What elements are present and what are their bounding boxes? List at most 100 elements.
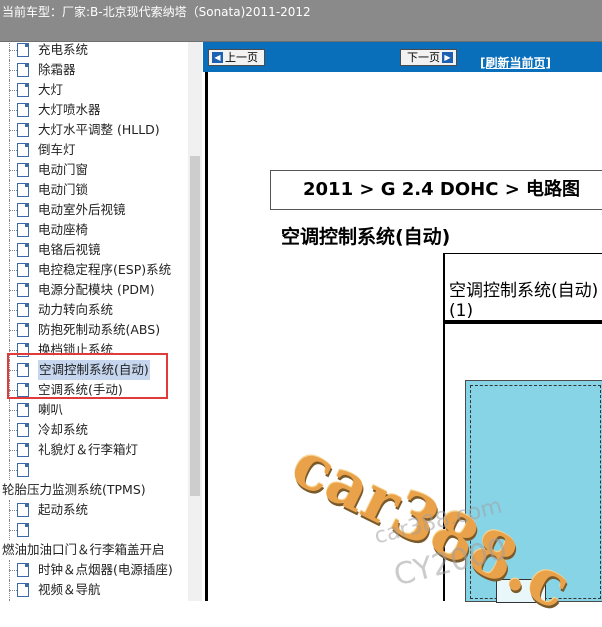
tree-item[interactable]: 电动室外后视镜 <box>0 200 188 220</box>
tree-item-label: 除霜器 <box>38 62 76 77</box>
tree-pane[interactable]: 充电系统除霜器大灯大灯喷水器大灯水平调整 (HLLD) 倒车灯电动门窗电动门锁电动… <box>0 42 202 601</box>
tree-item[interactable]: 燃油加油口门＆行李箱盖开启 <box>0 540 188 560</box>
document-icon <box>17 223 29 237</box>
diagram-connector <box>496 579 546 603</box>
tree-item-label: 电动门窗 <box>38 162 89 177</box>
tree-item-label: 充电系统 <box>38 42 89 57</box>
tree-scrollbar[interactable] <box>188 42 202 601</box>
tree-branch-line <box>9 150 17 151</box>
tree-item[interactable]: 起动系统 <box>0 500 188 520</box>
title-bar: 当前车型：厂家:B-北京现代索纳塔（Sonata)2011-2012 <box>0 0 602 42</box>
tree-item-label: 大灯 <box>38 82 64 97</box>
tree-item-label: 电动座椅 <box>38 222 89 237</box>
content-divider <box>205 72 208 601</box>
tree-item[interactable]: 动力转向系统 <box>0 300 188 320</box>
document-icon <box>17 423 29 437</box>
tree-item[interactable]: 充电系统 <box>0 42 188 60</box>
tree-item[interactable]: 礼貌灯＆行李箱灯 <box>0 440 188 460</box>
prev-page-button[interactable]: ◀ 上一页 <box>208 49 265 66</box>
tree-item-label: 电动门锁 <box>38 182 89 197</box>
tree-item-label: 空调系统(手动) <box>38 382 123 397</box>
document-icon <box>17 583 29 597</box>
tree-branch-line <box>9 430 17 431</box>
tree-item-label: 电源分配模块 (PDM) <box>38 282 155 297</box>
tree-item[interactable]: 倒车灯 <box>0 140 188 160</box>
page-title: 空调控制系统(自动) <box>281 226 451 248</box>
tree-item-label: 大灯喷水器 <box>38 102 101 117</box>
tree-branch-line <box>9 170 17 171</box>
tree-branch-line <box>9 310 17 311</box>
document-icon <box>17 383 29 397</box>
tree-item[interactable]: 防抱死制动系统(ABS) <box>0 320 188 340</box>
document-icon <box>17 103 29 117</box>
refresh-page-link[interactable]: [刷新当前页] <box>480 54 551 71</box>
tree-item-label: 视频＆导航 <box>38 582 101 597</box>
document-icon <box>17 303 29 317</box>
scrollbar-thumb[interactable] <box>190 156 200 496</box>
document-icon <box>17 263 29 277</box>
tree-item[interactable]: 换档锁止系统 <box>0 340 188 360</box>
tree-item[interactable]: 时钟＆点烟器(电源插座) <box>0 560 188 580</box>
tree-branch-line <box>9 330 17 331</box>
tree-item-label: 电动室外后视镜 <box>38 202 126 217</box>
wiring-diagram: 空调控制系统(自动) (1) <box>443 253 602 603</box>
tree-item[interactable] <box>0 460 188 480</box>
tree-item[interactable]: 大灯水平调整 (HLLD) <box>0 120 188 140</box>
tree-branch-line <box>9 390 17 391</box>
document-icon <box>17 443 29 457</box>
next-page-button[interactable]: 下一页 ▶ <box>400 49 457 66</box>
document-icon <box>17 203 29 217</box>
document-icon <box>17 183 29 197</box>
tree-item[interactable]: 电源分配模块 (PDM) <box>0 280 188 300</box>
tree-item[interactable]: 大灯 <box>0 80 188 100</box>
document-icon <box>17 523 29 537</box>
document-icon <box>17 323 29 337</box>
tree-item-label: 动力转向系统 <box>38 302 114 317</box>
tree-item-label: 电控稳定程序(ESP)系统 <box>38 262 172 277</box>
tree-item[interactable]: 电动座椅 <box>0 220 188 240</box>
tree-branch-line <box>9 410 17 411</box>
tree-item-label: 换档锁止系统 <box>38 342 114 357</box>
tree-branch-line <box>9 510 17 511</box>
tree-item[interactable]: 电动门窗 <box>0 160 188 180</box>
tree-item-label: 礼貌灯＆行李箱灯 <box>38 442 139 457</box>
arrow-left-icon: ◀ <box>212 52 223 63</box>
tree-branch-line <box>9 530 17 531</box>
diagram-divider <box>445 320 602 324</box>
tree-item-label: 轮胎压力监测系统(TPMS) <box>2 482 146 497</box>
tree-item[interactable]: 空调控制系统(自动) <box>0 360 188 380</box>
tree-item[interactable]: 空调系统(手动) <box>0 380 188 400</box>
tree-item[interactable]: 电控稳定程序(ESP)系统 <box>0 260 188 280</box>
tree-item[interactable]: 轮胎压力监测系统(TPMS) <box>0 480 188 500</box>
tree-branch-line <box>9 270 17 271</box>
tree-item[interactable]: 冷却系统 <box>0 420 188 440</box>
arrow-right-icon: ▶ <box>442 52 453 63</box>
document-icon <box>17 123 29 137</box>
tree-branch-line <box>9 370 17 371</box>
tree-item-label: 倒车灯 <box>38 142 76 157</box>
tree-branch-line <box>9 470 17 471</box>
document-icon <box>17 463 29 477</box>
tree-branch-line <box>9 350 17 351</box>
tree-branch-line <box>9 130 17 131</box>
content-pane: ◀ 上一页 下一页 ▶ [刷新当前页] 2011 > G 2.4 DOHC > … <box>203 42 602 624</box>
document-icon <box>17 83 29 97</box>
tree-item[interactable]: 喇叭 <box>0 400 188 420</box>
tree-branch-line <box>9 50 17 51</box>
tree-branch-line <box>9 450 17 451</box>
tree-item[interactable]: 大灯喷水器 <box>0 100 188 120</box>
tree-item-label: 电铬后视镜 <box>38 242 101 257</box>
document-icon <box>17 63 29 77</box>
tree-item[interactable]: 电动门锁 <box>0 180 188 200</box>
tree-item[interactable]: 视频＆导航 <box>0 580 188 600</box>
document-icon <box>17 343 29 357</box>
tree-item[interactable] <box>0 520 188 540</box>
tree-item[interactable]: 电铬后视镜 <box>0 240 188 260</box>
tree-branch-line <box>9 190 17 191</box>
tree-item[interactable]: 除霜器 <box>0 60 188 80</box>
tree-item-label: 起动系统 <box>38 502 89 517</box>
tree-item-label: 大灯水平调整 (HLLD) <box>38 122 160 137</box>
tree-branch-line <box>9 230 17 231</box>
document-icon <box>17 503 29 517</box>
tree-item-label: 空调控制系统(自动) <box>38 360 150 380</box>
